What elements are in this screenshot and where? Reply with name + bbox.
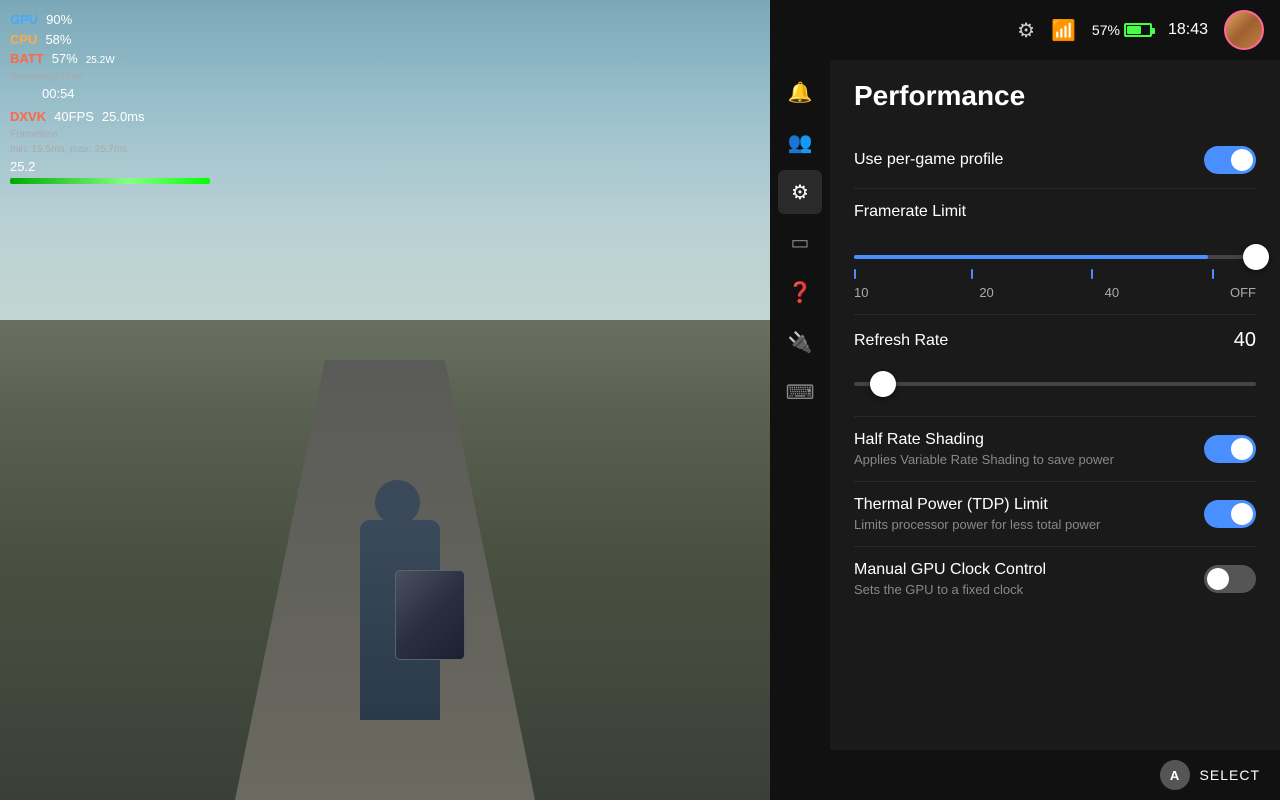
friends-icon: 👥: [788, 130, 813, 155]
char-backpack: [395, 570, 465, 660]
tdp-limit-label: Thermal Power (TDP) Limit: [854, 496, 1100, 514]
per-game-profile-label: Use per-game profile: [854, 151, 1003, 169]
keyboard-icon: ⌨: [786, 380, 815, 405]
framerate-slider-fill: [854, 255, 1208, 259]
half-rate-shading-toggle[interactable]: [1204, 435, 1256, 463]
hud-gpu-label: GPU: [10, 10, 38, 30]
refresh-rate-label: Refresh Rate: [854, 332, 948, 350]
tick-10: [854, 269, 856, 279]
sidebar-item-display[interactable]: ▭: [778, 220, 822, 264]
tdp-limit-text: Thermal Power (TDP) Limit Limits process…: [854, 496, 1100, 532]
hud-frametime-label: Frametime: [10, 127, 58, 142]
hud-cpu-label: CPU: [10, 30, 37, 50]
refresh-rate-value: 40: [1234, 329, 1256, 352]
battery-icon: [1124, 23, 1152, 37]
hud-dxvk-fps: 40FPS: [54, 107, 94, 127]
slider-label-10: 10: [854, 285, 868, 300]
hud-gpu-value: 90%: [46, 10, 72, 30]
panel-title: Performance: [854, 80, 1256, 112]
power-icon: 🔌: [788, 330, 813, 355]
char-head: [375, 480, 420, 525]
hud-cpu-value: 58%: [45, 30, 71, 50]
sidebar-item-friends[interactable]: 👥: [778, 120, 822, 164]
sidebar-item-help[interactable]: ❓: [778, 270, 822, 314]
framerate-header: Framerate Limit: [854, 203, 1256, 221]
per-game-profile-knob: [1231, 149, 1253, 171]
half-rate-shading-label: Half Rate Shading: [854, 431, 1114, 449]
tick-20: [971, 269, 973, 279]
sidebar-item-power[interactable]: 🔌: [778, 320, 822, 364]
hud-overlay: GPU 90% CPU 58% BATT 57% 25.2W Remaining…: [10, 10, 210, 184]
sidebar-item-keyboard[interactable]: ⌨: [778, 370, 822, 414]
hud-dxvk-label: DXVK: [10, 107, 46, 127]
refresh-slider-wrapper[interactable]: [854, 366, 1256, 402]
framerate-slider-thumb[interactable]: [1243, 244, 1269, 270]
framerate-slider-labels: 10 20 40 OFF: [854, 285, 1256, 300]
tick-off: [1212, 269, 1214, 279]
refresh-slider-track: [854, 382, 1256, 386]
bottom-bar: A SELECT: [770, 750, 1280, 800]
frametime-bar: [10, 178, 210, 184]
user-avatar[interactable]: [1224, 10, 1264, 50]
hud-frametime-detail: min: 19.5ms, max: 25.7ms: [10, 142, 127, 157]
half-rate-shading-row: Half Rate Shading Applies Variable Rate …: [854, 417, 1256, 482]
framerate-limit-section: Framerate Limit 10 20 4: [854, 189, 1256, 315]
slider-label-40: 40: [1105, 285, 1119, 300]
tdp-limit-row: Thermal Power (TDP) Limit Limits process…: [854, 482, 1256, 547]
sidebar: 🔔 👥 ⚙ ▭ ❓ 🔌 ⌨: [770, 60, 830, 750]
select-a-button[interactable]: A: [1160, 760, 1190, 790]
gpu-clock-row: Manual GPU Clock Control Sets the GPU to…: [854, 547, 1256, 611]
top-bar: ⚙ 📶 57% 18:43: [770, 0, 1280, 60]
gpu-clock-knob: [1207, 568, 1229, 590]
sidebar-item-settings[interactable]: ⚙: [778, 170, 822, 214]
slider-label-off: OFF: [1230, 285, 1256, 300]
display-icon: ▭: [791, 230, 810, 255]
gear-icon: ⚙: [791, 180, 809, 205]
tdp-limit-toggle[interactable]: [1204, 500, 1256, 528]
settings-panel: ⚙ 📶 57% 18:43 🔔 👥 ⚙ ▭: [770, 0, 1280, 800]
battery-fill: [1127, 26, 1141, 34]
refresh-rate-header: Refresh Rate 40: [854, 329, 1256, 352]
slider-label-20: 20: [979, 285, 993, 300]
gpu-clock-sublabel: Sets the GPU to a fixed clock: [854, 582, 1046, 597]
framerate-label: Framerate Limit: [854, 203, 966, 221]
select-label: SELECT: [1200, 767, 1260, 783]
battery-pct-text: 57%: [1092, 22, 1120, 38]
tdp-limit-sublabel: Limits processor power for less total po…: [854, 517, 1100, 532]
main-content: Performance Use per-game profile Framera…: [830, 60, 1280, 750]
hud-batt-time: 00:54: [42, 84, 75, 104]
framerate-slider-wrapper[interactable]: [854, 237, 1256, 277]
hud-dxvk-ms: 25.0ms: [102, 107, 145, 127]
hud-frametime-val: 25.2: [10, 157, 35, 177]
clock-display: 18:43: [1168, 21, 1208, 39]
half-rate-shading-knob: [1231, 438, 1253, 460]
battery-area: 57%: [1092, 22, 1152, 38]
refresh-rate-section: Refresh Rate 40: [854, 315, 1256, 417]
gpu-clock-text: Manual GPU Clock Control Sets the GPU to…: [854, 561, 1046, 597]
bell-icon: 🔔: [788, 80, 813, 105]
tdp-limit-knob: [1231, 503, 1253, 525]
hud-remaining-label: Remaining Time: [10, 69, 82, 84]
gpu-clock-label: Manual GPU Clock Control: [854, 561, 1046, 579]
framerate-slider-track: [854, 255, 1256, 259]
frametime-bar-container: [10, 178, 210, 184]
a-button-label: A: [1170, 768, 1179, 783]
half-rate-shading-sublabel: Applies Variable Rate Shading to save po…: [854, 452, 1114, 467]
help-icon: ❓: [788, 280, 813, 305]
game-character: [340, 440, 460, 720]
per-game-profile-toggle[interactable]: [1204, 146, 1256, 174]
half-rate-shading-text: Half Rate Shading Applies Variable Rate …: [854, 431, 1114, 467]
tick-40: [1091, 269, 1093, 279]
panel-body: 🔔 👥 ⚙ ▭ ❓ 🔌 ⌨ Performance: [770, 60, 1280, 750]
refresh-slider-thumb[interactable]: [870, 371, 896, 397]
gpu-clock-toggle[interactable]: [1204, 565, 1256, 593]
sidebar-item-notification[interactable]: 🔔: [778, 70, 822, 114]
wifi-icon[interactable]: 📶: [1051, 18, 1076, 43]
settings-icon[interactable]: ⚙: [1017, 18, 1035, 43]
game-viewport: GPU 90% CPU 58% BATT 57% 25.2W Remaining…: [0, 0, 770, 800]
hud-batt-value: 57%: [52, 49, 78, 69]
hud-batt-watt: 25.2W: [86, 53, 115, 68]
per-game-profile-row: Use per-game profile: [854, 132, 1256, 189]
hud-batt-label: BATT: [10, 49, 44, 69]
